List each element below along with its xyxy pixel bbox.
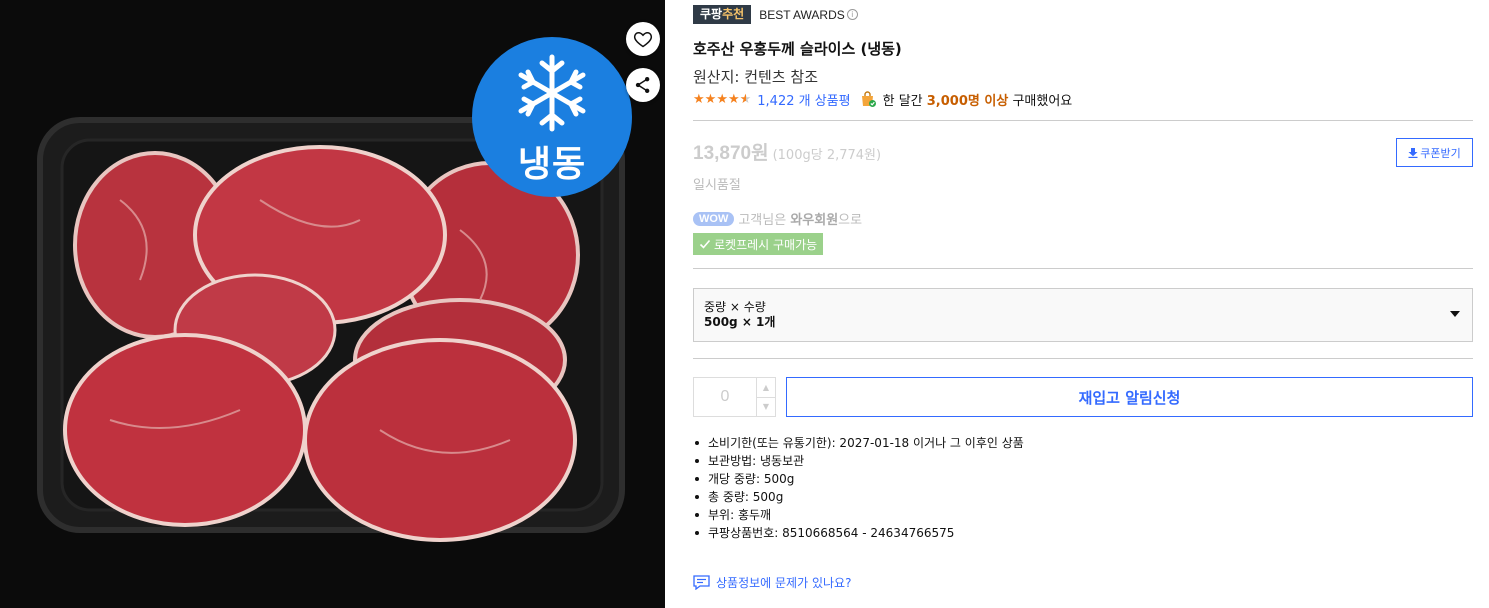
- wow-badge: WOW: [693, 211, 735, 226]
- frozen-label: 냉동: [517, 144, 587, 185]
- monthly-suffix: 구매했어요: [1012, 93, 1073, 109]
- star-icon: ★: [693, 91, 705, 107]
- list-item: 쿠팡상품번호: 8510668564 - 24634766575: [693, 524, 1024, 542]
- list-item: 소비기한(또는 유통기한): 2027-01-18 이거나 그 이후인 상품: [693, 434, 1024, 452]
- coupon-download-button[interactable]: 쿠폰받기: [1396, 138, 1473, 167]
- quantity-stepper[interactable]: ▲ ▼: [693, 377, 776, 417]
- share-button[interactable]: [626, 68, 660, 102]
- wishlist-button[interactable]: [626, 22, 660, 56]
- share-icon: [635, 77, 650, 93]
- wow-text-bold: 와우회원: [790, 213, 839, 228]
- heart-icon: [633, 31, 653, 48]
- list-item: 부위: 홍두깨: [693, 506, 1024, 524]
- shopping-bag-icon: [861, 91, 876, 107]
- wow-text-before: 고객님은: [738, 213, 787, 228]
- divider: [693, 358, 1473, 359]
- list-item: 보관방법: 냉동보관: [693, 452, 1024, 470]
- download-icon: [1408, 147, 1418, 158]
- soldout-status: 일시품절: [693, 178, 741, 193]
- restock-alert-button[interactable]: 재입고 알림신청: [786, 377, 1473, 417]
- best-awards-label: BEST AWARDS: [759, 7, 845, 22]
- list-item: 개당 중량: 500g: [693, 470, 1024, 488]
- rocket-fresh-badge: 로켓프레시 구매가능: [693, 233, 824, 255]
- star-half-icon: ★: [739, 91, 752, 107]
- quantity-down-button[interactable]: ▼: [757, 398, 775, 417]
- coupang-pick-text: 쿠팡: [700, 7, 723, 21]
- wow-member-row: WOW 고객님은 와우회원 으로: [693, 209, 862, 228]
- monthly-count: 3,000명 이상: [926, 93, 1009, 109]
- origin-text: 원산지: 컨텐츠 참조: [693, 68, 818, 86]
- report-issue-link[interactable]: 상품정보에 문제가 있나요?: [693, 574, 851, 591]
- monthly-purchase-text: 한 달간 3,000명 이상 구매했어요: [883, 90, 1073, 109]
- product-details-list: 소비기한(또는 유통기한): 2027-01-18 이거나 그 이후인 상품 보…: [693, 434, 1024, 542]
- quantity-step-buttons: ▲ ▼: [756, 378, 775, 416]
- coupang-pick-badge: 쿠팡추천: [693, 5, 752, 24]
- coupang-pick-accent: 추천: [722, 7, 745, 21]
- star-icon: ★: [704, 91, 717, 107]
- product-info-panel: 쿠팡추천 BEST AWARDS i 호주산 우홍두께 슬라이스 (냉동) 원산…: [693, 0, 1473, 608]
- check-icon: [699, 239, 711, 249]
- report-issue-label: 상품정보에 문제가 있나요?: [716, 576, 852, 590]
- price-row: 13,870원 (100g당 2,774원): [693, 138, 881, 165]
- badge-row: 쿠팡추천 BEST AWARDS i: [693, 5, 858, 24]
- divider: [693, 268, 1473, 269]
- snowflake-icon: [518, 54, 586, 132]
- monthly-prefix: 한 달간: [882, 93, 923, 109]
- quantity-up-button[interactable]: ▲: [757, 378, 775, 398]
- sale-price: 13,870원: [693, 143, 769, 164]
- rocket-fresh-label: 로켓프레시 구매가능: [714, 237, 818, 252]
- review-count-link[interactable]: 1,422 개 상품평: [757, 90, 850, 109]
- product-title: 호주산 우홍두께 슬라이스 (냉동): [693, 40, 902, 58]
- frozen-badge: 냉동: [472, 37, 632, 197]
- chat-bubble-icon: [693, 575, 710, 590]
- wow-text-after: 으로: [838, 213, 863, 228]
- star-rating[interactable]: ★ ★ ★ ★ ★: [693, 93, 751, 106]
- caret-down-icon: [1450, 311, 1460, 317]
- star-icon: ★: [716, 91, 728, 107]
- option-dropdown[interactable]: 중량 × 수량 500g × 1개: [693, 288, 1473, 342]
- star-icon: ★: [727, 91, 740, 107]
- option-label: 중량 × 수량: [704, 300, 766, 314]
- divider: [693, 120, 1473, 121]
- unit-price: (100g당 2,774원): [772, 148, 882, 163]
- option-value: 500g × 1개: [704, 315, 776, 329]
- list-item: 총 중량: 500g: [693, 488, 1024, 506]
- quantity-input[interactable]: [694, 378, 756, 416]
- info-icon[interactable]: i: [846, 9, 858, 20]
- product-image-area: 냉동: [0, 0, 665, 608]
- coupon-label: 쿠폰받기: [1420, 146, 1461, 160]
- rating-row: ★ ★ ★ ★ ★ 1,422 개 상품평 한 달간 3,000명 이상 구매했…: [693, 90, 1073, 109]
